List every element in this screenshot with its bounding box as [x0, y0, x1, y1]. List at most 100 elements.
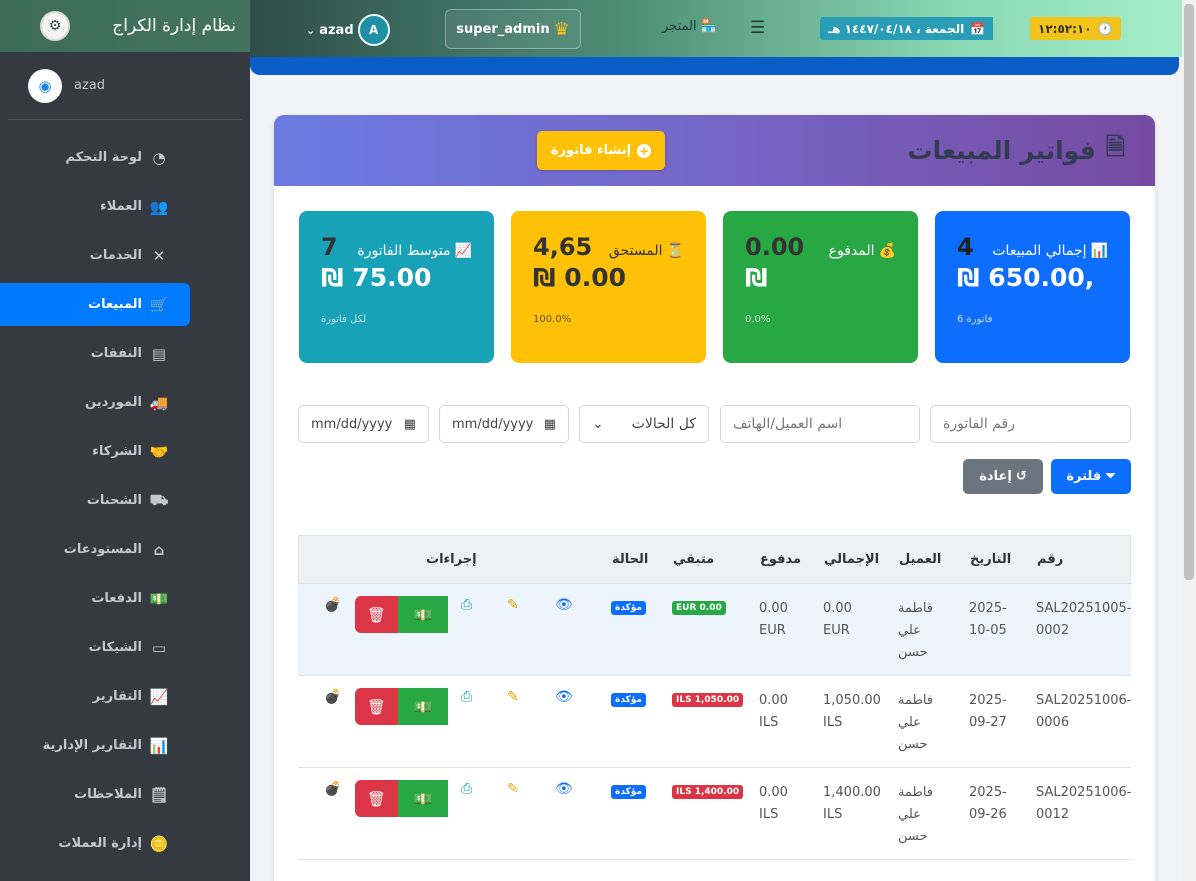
user-menu-name: azad	[319, 22, 354, 38]
sidebar-item-reports[interactable]: التقارير 📈	[0, 675, 190, 718]
filter-button[interactable]: فلترة ⏷	[1051, 459, 1131, 494]
trend-emoji-icon: 📈	[454, 243, 472, 259]
th-date: التاريخ	[970, 552, 1012, 567]
receipt-icon: ▤	[151, 344, 167, 363]
money-icon: 💵	[413, 697, 433, 716]
stat-value: ₪ 75.00	[321, 263, 432, 292]
pay-button[interactable]: 💵	[398, 688, 448, 725]
sidebar-item-label: المبيعات	[88, 297, 142, 312]
sidebar: ⚙ نظام إدارة الكراج ◉ azad لوحة التحكم ◔ …	[0, 0, 250, 881]
stat-number: 7	[321, 233, 338, 261]
bomb-icon[interactable]: 💣	[324, 781, 341, 797]
cell-customer: فاطمة علي حسن	[898, 601, 934, 660]
sidebar-item-label: إدارة العملات	[58, 836, 142, 851]
pay-button[interactable]: 💵	[398, 596, 448, 633]
undo-icon: ↺	[1015, 469, 1027, 484]
sidebar-item-admin-reports[interactable]: التقارير الإدارية 📊	[0, 724, 190, 767]
cell-customer: فاطمة علي حسن	[898, 693, 934, 752]
top-navbar: ⌄ azad A super_admin ♛ المتجر 🏪 ☰ 📅 الجم…	[250, 0, 1182, 57]
th-paid: مدفوع	[760, 552, 802, 567]
sidebar-item-dashboard[interactable]: لوحة التحكم ◔	[0, 136, 190, 179]
trash-icon: 🗑	[366, 605, 387, 624]
role-badge[interactable]: super_admin ♛	[445, 9, 581, 49]
view-eye-icon[interactable]: 👁	[555, 781, 573, 797]
stat-due: 4,65 المستحق ⏳ ₪ 0.00 100.0%	[511, 211, 706, 363]
money-icon: 💵	[413, 605, 433, 624]
brand[interactable]: ⚙ نظام إدارة الكراج	[0, 0, 250, 52]
date-to-field[interactable]: mm/dd/yyyy ▦	[298, 405, 429, 443]
stat-number: 4	[957, 233, 974, 261]
delete-button[interactable]: 🗑	[355, 780, 398, 817]
sidebar-item-currencies[interactable]: إدارة العملات 🪙	[0, 822, 190, 865]
cell-date: 2025-09-26	[969, 785, 1007, 822]
sidebar-item-sales[interactable]: المبيعات 🛒	[0, 283, 190, 326]
customer-placeholder: اسم العميل/الهاتف	[733, 416, 843, 432]
print-icon[interactable]: ⎙	[461, 597, 472, 613]
chevron-down-icon: ⌄	[592, 416, 604, 432]
date-from-field[interactable]: mm/dd/yyyy ▦	[439, 405, 569, 443]
header-accent-strip	[250, 57, 1179, 75]
reset-button[interactable]: إعادة ↺	[963, 459, 1043, 494]
store-link[interactable]: المتجر 🏪	[662, 19, 717, 34]
sidebar-item-expenses[interactable]: النفقات ▤	[0, 332, 190, 375]
sidebar-item-label: الموردين	[85, 395, 142, 410]
bomb-icon[interactable]: 💣	[324, 689, 341, 705]
sidebar-item-label: الدفعات	[91, 591, 142, 606]
pay-button[interactable]: 💵	[398, 780, 448, 817]
view-eye-icon[interactable]: 👁	[555, 689, 573, 705]
page-title-text: فواتير المبيعات	[907, 136, 1096, 165]
stat-sub: لكل فاتورة	[321, 314, 367, 325]
sidebar-item-customers[interactable]: العملاء 👥	[0, 185, 190, 228]
sidebar-item-suppliers[interactable]: الموردين 🚚	[0, 381, 190, 424]
print-icon[interactable]: ⎙	[461, 781, 472, 797]
view-eye-icon[interactable]: 👁	[555, 597, 573, 613]
edit-icon[interactable]: ✎	[507, 689, 519, 705]
invoice-number-input[interactable]: رقم الفاتورة	[930, 405, 1131, 443]
sidebar-item-warehouses[interactable]: المستودعات ⌂	[0, 528, 190, 571]
scrollbar-thumb[interactable]	[1184, 4, 1194, 580]
plus-circle-icon: +	[637, 143, 652, 158]
print-icon[interactable]: ⎙	[461, 689, 472, 705]
table-row[interactable]: SAL20251006-0012 2025-09-26 فاطمة علي حس…	[298, 768, 1132, 860]
bomb-icon[interactable]: 💣	[324, 597, 341, 613]
dashboard-icon: ◔	[152, 148, 166, 167]
sidebar-item-label: لوحة التحكم	[65, 150, 142, 165]
invoice-placeholder: رقم الفاتورة	[943, 416, 1015, 432]
edit-icon[interactable]: ✎	[507, 781, 519, 797]
table-row[interactable]: SAL20251006-0006 2025-09-27 فاطمة علي حس…	[298, 676, 1132, 768]
trash-icon: 🗑	[366, 697, 387, 716]
truck-icon: 🚚	[149, 393, 169, 412]
calendar-icon: 📅	[970, 21, 986, 36]
create-invoice-button[interactable]: إنشاء فاتورة +	[537, 131, 665, 170]
table-row[interactable]: SAL20251005-0002 2025-10-05 فاطمة علي حس…	[298, 584, 1132, 676]
calendar-icon: ▦	[403, 416, 416, 432]
delete-button[interactable]: 🗑	[355, 596, 398, 633]
sidebar-item-label: التقارير	[92, 689, 142, 704]
hamburger-menu-icon[interactable]: ☰	[750, 18, 765, 38]
sidebar-item-services[interactable]: الخدمات ✕	[0, 234, 190, 277]
sidebar-item-checks[interactable]: الشيكات ▭	[0, 626, 190, 669]
user-panel[interactable]: ◉ azad	[8, 52, 242, 120]
sidebar-item-notes[interactable]: الملاحظات 🗒	[0, 773, 190, 816]
sidebar-item-partners[interactable]: الشركاء 🤝	[0, 430, 190, 473]
sidebar-item-shipments[interactable]: الشحنات ⛟	[0, 479, 190, 522]
th-customer: العميل	[899, 552, 942, 567]
user-menu[interactable]: ⌄ azad A	[306, 14, 390, 46]
clock-icon: 🕐	[1097, 21, 1113, 36]
stats-row: 4 إجمالي المبيعات 📊 ₪ 650.00, 6 فاتورة 0…	[299, 211, 1131, 363]
check-icon: ▭	[151, 638, 167, 657]
create-invoice-label: إنشاء فاتورة	[550, 143, 632, 158]
stat-paid: 0.00 المدفوع 💰 ₪ 0.0%	[723, 211, 918, 363]
sidebar-item-payments[interactable]: الدفعات 💵	[0, 577, 190, 620]
customer-search-input[interactable]: اسم العميل/الهاتف	[720, 405, 920, 443]
cell-number: SAL20251006-0006	[1036, 693, 1132, 730]
time-text: ١٢:٥٢:١٠	[1038, 21, 1092, 36]
brand-title: نظام إدارة الكراج	[112, 16, 236, 36]
role-label: super_admin	[456, 21, 550, 37]
status-select[interactable]: ⌄ كل الحالات	[579, 405, 709, 443]
avatar[interactable]: A	[357, 14, 390, 46]
date-text: الجمعة ، ١٤٤٧/٠٤/١٨ هـ	[828, 21, 965, 36]
edit-icon[interactable]: ✎	[507, 597, 519, 613]
delete-button[interactable]: 🗑	[355, 688, 398, 725]
stat-number: 0.00	[745, 233, 805, 261]
